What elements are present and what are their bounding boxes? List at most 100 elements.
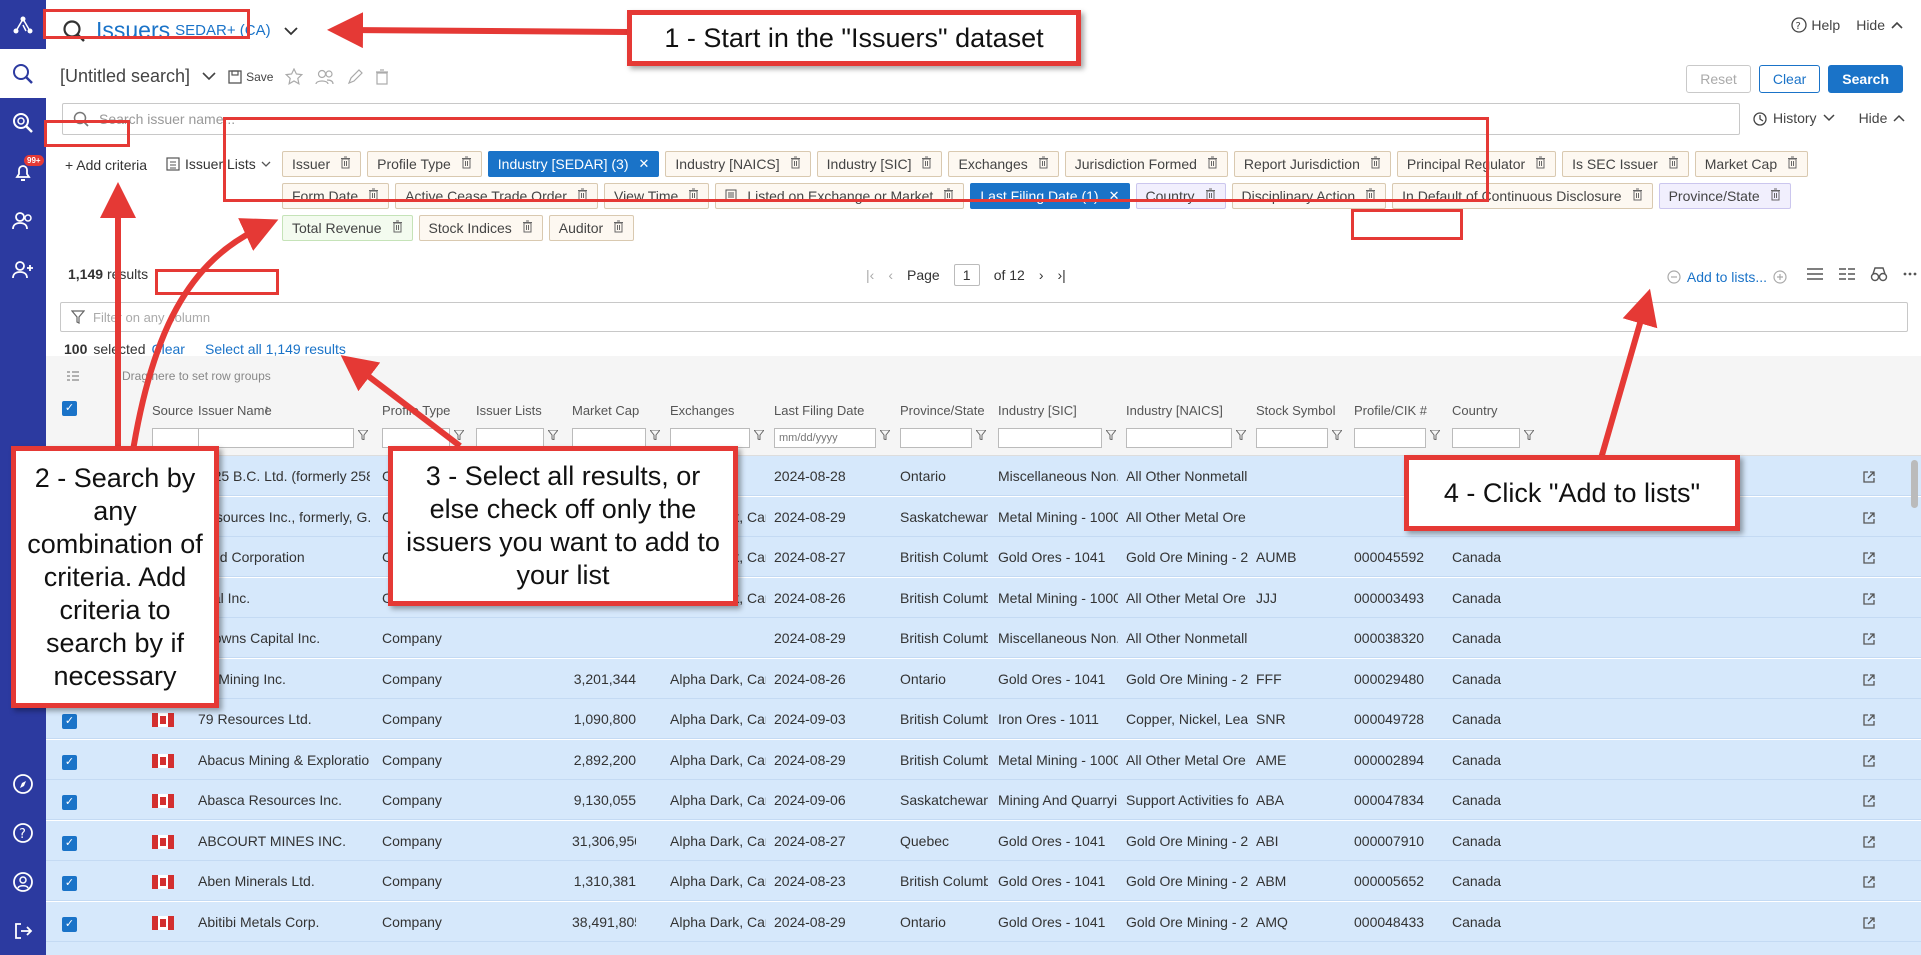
dataset-selector[interactable]: Issuers SEDAR+ (CA) (54, 12, 304, 49)
add-to-lists-button[interactable]: Add to lists... (1658, 260, 1796, 293)
criteria-chip[interactable]: Issuer (282, 151, 362, 177)
trash-icon[interactable] (921, 156, 932, 172)
cell-name[interactable]: rth Mining Inc. (198, 659, 370, 699)
open-external-icon[interactable] (1862, 780, 1882, 820)
issuer-name-search-input[interactable]: Search issuer name... (62, 103, 1740, 135)
trash-icon[interactable] (522, 220, 533, 236)
column-header[interactable]: Stock Symbol (1250, 396, 1346, 456)
open-external-icon[interactable] (1862, 699, 1882, 739)
filter-icon[interactable] (974, 429, 988, 443)
criteria-chip[interactable]: Country (1135, 183, 1226, 209)
share-users-icon[interactable] (315, 68, 335, 86)
filter-icon[interactable] (752, 429, 766, 443)
filter-icon[interactable] (878, 429, 892, 443)
cell-name[interactable]: AbraSilver Resource Corp. (198, 942, 370, 955)
compass-icon[interactable] (0, 759, 46, 808)
trash-icon[interactable] (577, 188, 588, 204)
add-criteria-button[interactable]: + Add criteria (54, 150, 158, 180)
column-filter[interactable] (670, 428, 750, 448)
cell-name[interactable]: Gold Corporation (198, 537, 370, 577)
hide-search-toggle[interactable]: Hide (1859, 110, 1906, 126)
list-view-icon[interactable] (1806, 266, 1824, 282)
open-external-icon[interactable] (1862, 537, 1882, 577)
open-external-icon[interactable] (1862, 497, 1882, 537)
trash-icon[interactable] (1365, 188, 1376, 204)
trash-icon[interactable] (1038, 156, 1049, 172)
trash-icon[interactable] (1207, 156, 1218, 172)
criteria-chip[interactable]: Report Jurisdiction (1233, 151, 1391, 177)
column-filter[interactable] (476, 428, 544, 448)
cell-name[interactable]: hdowns Capital Inc. (198, 618, 370, 658)
criteria-chip[interactable]: Industry [SIC] (816, 151, 943, 177)
saved-search-icon[interactable] (0, 98, 46, 147)
table-row[interactable]: ✓hdowns Capital Inc.Company2024-08-29Bri… (46, 618, 1921, 658)
table-row[interactable]: ✓Gold CorporationCompany79Alpha Dark, Ca… (46, 537, 1921, 577)
cell-name[interactable]: Resources Inc., formerly, G... (198, 497, 370, 537)
criteria-chip[interactable]: Total Revenue (282, 215, 413, 241)
open-external-icon[interactable] (1862, 618, 1882, 658)
vertical-scrollbar[interactable] (1911, 460, 1918, 508)
filter-icon[interactable] (546, 429, 560, 443)
table-row[interactable]: ✓rth Mining Inc.Company3,201,344Alpha Da… (46, 658, 1921, 699)
trash-icon[interactable] (368, 188, 379, 204)
column-header[interactable]: Industry [NAICS] (1120, 396, 1250, 456)
table-row[interactable]: ✓ 79 Resources Ltd. Company 1,090,800 Alpha … (46, 699, 1921, 739)
trash-icon[interactable] (1787, 156, 1798, 172)
more-options-icon[interactable] (1902, 266, 1918, 282)
table-row[interactable]: ✓ AbraSilver Resource Corp. Company 270,632… (46, 942, 1921, 955)
help-link[interactable]: ? Help (1791, 17, 1840, 33)
help-icon[interactable]: ? (0, 808, 46, 857)
column-filter[interactable] (1354, 428, 1426, 448)
criteria-chip[interactable]: Listed on Exchange or Market (715, 183, 965, 209)
row-checkbox[interactable]: ✓ (62, 916, 77, 932)
column-filter[interactable] (900, 428, 972, 448)
add-user-icon[interactable] (0, 245, 46, 294)
close-icon[interactable]: ✕ (639, 156, 650, 172)
cell-name[interactable]: Abasca Resources Inc. (198, 780, 370, 820)
column-header[interactable]: Province/State (894, 396, 990, 456)
column-filter[interactable] (1452, 428, 1520, 448)
cell-name[interactable]: ABCOURT MINES INC. (198, 821, 370, 861)
table-row[interactable]: ✓ Abitibi Metals Corp. Company 38,491,805 Al… (46, 901, 1921, 942)
column-filter[interactable] (998, 428, 1102, 448)
filter-icon[interactable] (1522, 429, 1536, 443)
reset-button[interactable]: Reset (1686, 65, 1751, 93)
open-external-icon[interactable] (1862, 456, 1882, 496)
criteria-chip[interactable]: In Default of Continuous Disclosure (1392, 183, 1653, 209)
column-filter[interactable] (572, 428, 646, 448)
column-filter[interactable] (1126, 428, 1232, 448)
search-nav-icon[interactable] (0, 49, 46, 98)
trash-icon[interactable] (392, 220, 403, 236)
compare-icon[interactable] (1870, 266, 1888, 282)
search-title[interactable]: [Untitled search] (60, 66, 190, 87)
open-external-icon[interactable] (1862, 942, 1882, 955)
sort-asc-icon[interactable]: ↑ (264, 402, 270, 416)
alerts-bell-icon[interactable]: 99+ (0, 147, 46, 196)
criteria-chip[interactable]: Jurisdiction Formed (1064, 151, 1228, 177)
criteria-chip[interactable]: Is SEC Issuer (1562, 151, 1689, 177)
clear-selection-link[interactable]: Clear (152, 341, 185, 357)
column-header[interactable]: Profile/CIK # (1348, 396, 1444, 456)
open-external-icon[interactable] (1862, 861, 1882, 901)
column-filter[interactable] (382, 428, 450, 448)
row-checkbox[interactable]: ✓ (62, 876, 77, 891)
table-row[interactable]: ✓pital Inc.Company92Alpha Dark, Can...20… (46, 577, 1921, 618)
open-external-icon[interactable] (1862, 659, 1882, 699)
trash-icon[interactable] (943, 188, 954, 204)
cell-name[interactable]: pital Inc. (198, 578, 370, 618)
trash-icon[interactable] (1205, 188, 1216, 204)
trash-icon[interactable] (1668, 156, 1679, 172)
criteria-chip[interactable]: Profile Type (367, 151, 482, 177)
users-icon[interactable] (0, 196, 46, 245)
trash-icon[interactable] (375, 68, 389, 85)
column-filter[interactable]: mm/dd/yyyy (774, 428, 876, 448)
criteria-chip[interactable]: Form Date (282, 183, 390, 209)
open-external-icon[interactable] (1862, 578, 1882, 618)
cell-name[interactable]: 1225 B.C. Ltd. (formerly 258... (198, 456, 370, 496)
cell-name[interactable]: Abacus Mining & Exploration C... (198, 740, 370, 780)
criteria-chip[interactable]: Active Cease Trade Order (395, 183, 598, 209)
history-dropdown[interactable]: History (1752, 110, 1835, 126)
criteria-chip[interactable]: Province/State (1658, 183, 1791, 209)
open-external-icon[interactable] (1862, 902, 1882, 942)
search-button[interactable]: Search (1828, 65, 1903, 93)
